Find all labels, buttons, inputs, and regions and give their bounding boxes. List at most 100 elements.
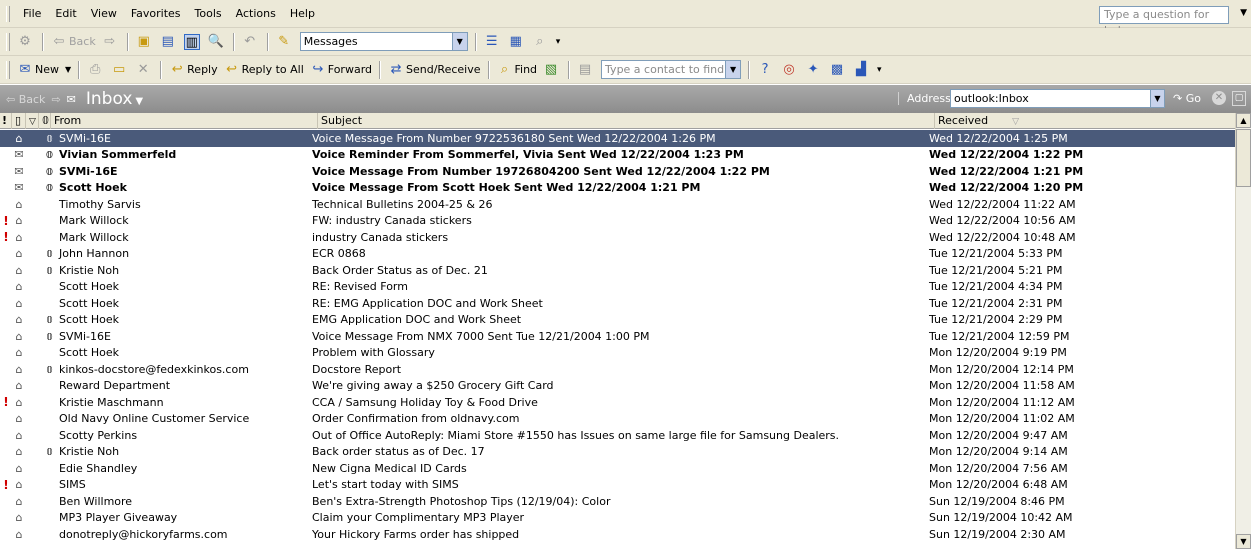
table-row[interactable]: ⌂ Timothy Sarvis Technical Bulletins 2004-… (0, 196, 1235, 213)
table-row[interactable]: ⌂ 𝟘 Kristie Noh Back Order Status as of Dec… (0, 262, 1235, 279)
chevron-down-icon[interactable]: ▼ (1150, 90, 1164, 107)
address-book-button[interactable]: ▤ (574, 59, 598, 81)
menu-edit[interactable]: Edit (48, 6, 83, 22)
table-row[interactable]: ✉ 𝟘 SVMi-16E Voice Message From Number 1972… (0, 163, 1235, 180)
print-button[interactable]: ⎙ (84, 59, 108, 81)
undo-button[interactable]: ↶ (239, 31, 263, 53)
toolbar-separator (42, 32, 44, 51)
toolbar-options-button[interactable]: ▾ (874, 59, 885, 81)
send-receive-button[interactable]: ⇄ Send/Receive (385, 59, 483, 81)
field-chooser-button[interactable]: ▦ (505, 31, 529, 53)
table-row[interactable]: ✉ 𝟘 Vivian Sommerfeld Voice Reminder From S… (0, 147, 1235, 164)
print-preview-icon: 🔍 (207, 33, 224, 49)
calendar-button[interactable]: ▩ (826, 59, 850, 81)
rules-wizard-button[interactable]: ✎ (273, 31, 297, 53)
menu-help[interactable]: Help (283, 6, 322, 22)
table-row[interactable]: ⌂ 𝟘 SVMi-16E Voice Message From NMX 7000 Se… (0, 328, 1235, 345)
table-row[interactable]: ⌂ Reward Department We're giving away a $2… (0, 378, 1235, 395)
table-row[interactable]: ⌂ 𝟘 John Hannon ECR 0868 Tue 12/21/2004 5:33… (0, 246, 1235, 263)
from-cell: Mark Willock (39, 231, 309, 244)
toolbar-grip[interactable] (6, 60, 10, 79)
received-cell: Mon 12/20/2004 6:48 AM (929, 478, 1068, 492)
help-dropdown-icon[interactable]: ▼ (1240, 8, 1247, 18)
back-button[interactable]: ⇦ Back (48, 31, 99, 53)
navigation-pane-icon[interactable]: ▢ (1232, 91, 1246, 106)
scroll-up-icon[interactable]: ▲ (1236, 113, 1251, 128)
toolbar-options-button[interactable]: ▾ (553, 31, 564, 53)
menu-view[interactable]: View (84, 6, 124, 22)
delete-button[interactable]: ✕ (132, 59, 156, 81)
table-row[interactable]: ⌂ donotreply@hickoryfarms.com Your Hickory… (0, 526, 1235, 543)
table-row[interactable]: ⌂ Scott Hoek RE: EMG Application DOC and W… (0, 295, 1235, 312)
nav-forward-button[interactable]: ⇨ (51, 93, 60, 106)
forward-nav-button[interactable]: ⇨ (99, 31, 123, 53)
table-row[interactable]: ⌂ 𝟘 Scott Hoek EMG Application DOC and Work… (0, 312, 1235, 329)
new-dropdown-button[interactable]: ▼ (62, 59, 74, 81)
menu-actions[interactable]: Actions (229, 6, 283, 22)
reply-button[interactable]: ↩ Reply (166, 59, 220, 81)
auto-preview-button[interactable]: ⌕ (529, 31, 553, 53)
toolbar-grip[interactable] (6, 32, 10, 51)
web-button[interactable]: ◎ (778, 59, 802, 81)
reply-all-button[interactable]: ↩ Reply to All (221, 59, 307, 81)
table-row[interactable]: ⌂ 𝟘 Kristie Noh Back order status as of Dec… (0, 444, 1235, 461)
attachment-column-header[interactable]: 𝟘 (39, 113, 51, 129)
table-row[interactable]: ⌂ 𝟘 SVMi-16E Voice Message From Number 9722… (0, 130, 1235, 147)
menu-favorites[interactable]: Favorites (124, 6, 188, 22)
chevron-down-icon[interactable]: ▼ (451, 33, 467, 50)
forward-button[interactable]: ↪ Forward (307, 59, 375, 81)
table-row[interactable]: ⌂ Scotty Perkins Out of Office AutoReply: … (0, 427, 1235, 444)
nav-back-label: Back (18, 92, 46, 106)
menu-grip[interactable] (6, 5, 10, 22)
up-one-level-button[interactable]: ▣ (133, 31, 157, 53)
create-button[interactable]: ✦ (802, 59, 826, 81)
folder-list-button[interactable]: ▤ (157, 31, 181, 53)
stop-icon[interactable]: ✕ (1212, 91, 1226, 105)
table-row[interactable]: ⌂ Scott Hoek Problem with Glossary Mon 12/2… (0, 345, 1235, 362)
from-text: Mark Willock (59, 230, 129, 244)
table-row[interactable]: ⌂ Old Navy Online Customer Service Order C… (0, 411, 1235, 428)
table-row[interactable]: ⌂ Scott Hoek RE: Revised Form Tue 12/21/200… (0, 279, 1235, 296)
folder-title[interactable]: Inbox ▼ (86, 89, 143, 109)
table-row[interactable]: ⌂ MP3 Player Giveaway Claim your Complimen… (0, 510, 1235, 527)
outlook-today-button[interactable]: ⚙ (14, 31, 38, 53)
new-mail-button[interactable]: ✉ New (14, 59, 62, 81)
find-button[interactable]: ⌕ Find (494, 59, 541, 81)
chevron-down-icon[interactable]: ▼ (725, 61, 741, 78)
help-question-input[interactable]: Type a question for help (1099, 6, 1229, 37)
importance-column-header[interactable]: ! (0, 113, 12, 129)
current-view-select[interactable]: Messages ▼ (299, 32, 468, 51)
table-row[interactable]: ⌂ Edie Shandley New Cigna Medical ID Cards… (0, 460, 1235, 477)
received-column-header[interactable]: Received ▽ (935, 113, 1235, 129)
menu-file[interactable]: File (16, 6, 48, 22)
table-row[interactable]: ! ⌂ Mark Willock industry Canada stickers We… (0, 229, 1235, 246)
table-row[interactable]: ✉ 𝟘 Scott Hoek Voice Message From Scott Hoe… (0, 180, 1235, 197)
help-button[interactable]: ? (754, 59, 778, 81)
scroll-thumb[interactable] (1236, 129, 1251, 187)
table-row[interactable]: ! ⌂ SIMS Let's start today with SIMS Mon 12/… (0, 477, 1235, 494)
table-row[interactable]: ⌂ Ben Willmore Ben's Extra-Strength Photos… (0, 493, 1235, 510)
organize-button[interactable]: ▧ (540, 59, 564, 81)
move-to-folder-button[interactable]: ▭ (108, 59, 132, 81)
chart-button[interactable]: ▟ (850, 59, 874, 81)
menu-tools[interactable]: Tools (188, 6, 229, 22)
from-column-header[interactable]: From (51, 113, 318, 129)
subject-cell: Claim your Complimentary MP3 Player (312, 511, 525, 525)
scroll-down-icon[interactable]: ▼ (1236, 534, 1251, 549)
table-row[interactable]: ! ⌂ Mark Willock FW: industry Canada sticke… (0, 213, 1235, 230)
icon-column-header[interactable]: ▯ (12, 113, 26, 129)
go-button[interactable]: ↷ Go (1173, 92, 1201, 105)
envelope-open-icon: ⌂ (15, 395, 23, 409)
vertical-scrollbar[interactable]: ▲ ▼ (1235, 113, 1251, 549)
group-by-box-button[interactable]: ☰ (481, 31, 505, 53)
address-input[interactable]: outlook:Inbox ▼ (950, 89, 1165, 108)
flag-column-header[interactable]: ▽ (26, 113, 39, 129)
nav-back-button[interactable]: ⇦ Back (6, 93, 45, 106)
subject-column-header[interactable]: Subject (318, 113, 935, 129)
received-cell: Wed 12/22/2004 1:25 PM (929, 131, 1068, 145)
table-row[interactable]: ⌂ 𝟘 kinkos-docstore@fedexkinkos.com Docstor… (0, 361, 1235, 378)
reading-pane-button[interactable]: ▥ (181, 31, 205, 53)
table-row[interactable]: ! ⌂ Kristie Maschmann CCA / Samsung Holiday… (0, 394, 1235, 411)
find-contact-input[interactable]: Type a contact to find ▼ (601, 60, 742, 79)
print-preview-button[interactable]: 🔍 (205, 31, 229, 53)
